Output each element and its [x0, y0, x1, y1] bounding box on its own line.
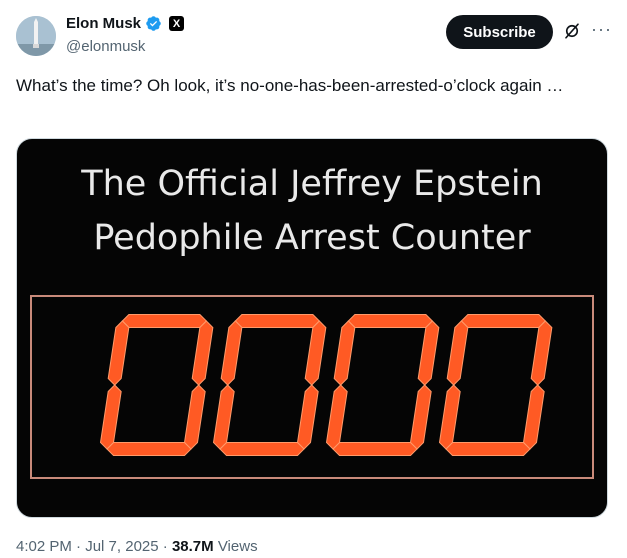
counter-digit — [438, 314, 553, 456]
tweet-meta: 4:02 PM · Jul 7, 2025 · 38.7M Views — [16, 538, 258, 555]
digit-segment — [212, 384, 235, 450]
digit-segment — [219, 442, 305, 456]
digit-segment — [409, 384, 432, 450]
digit-segment — [332, 442, 418, 456]
tweet-media-image[interactable]: The Official Jeffrey Epstein Pedophile A… — [16, 138, 608, 518]
digit-segment — [445, 442, 531, 456]
digit-segment — [99, 384, 122, 450]
meta-separator: · — [162, 538, 172, 555]
digit-segment — [183, 384, 206, 450]
digit-segment — [107, 320, 130, 386]
author-name-row: Elon Musk X — [66, 15, 185, 32]
counter-digit — [99, 314, 214, 456]
digit-segment — [220, 320, 243, 386]
subscribe-button[interactable]: Subscribe — [446, 15, 553, 49]
tweet-text: What’s the time? Oh look, it’s no-one-ha… — [16, 76, 564, 95]
digit-segment — [460, 314, 547, 328]
views-count: 38.7M — [171, 538, 214, 555]
grok-icon[interactable] — [563, 22, 581, 40]
avatar-image — [16, 16, 56, 56]
digit-segment — [446, 320, 469, 386]
media-title-line1: The Official Jeffrey Epstein — [81, 164, 543, 204]
author-avatar[interactable] — [16, 16, 56, 56]
tweet-time[interactable]: 4:02 PM — [16, 538, 72, 555]
digit-segment — [522, 384, 545, 450]
counter-digit — [212, 314, 327, 456]
digit-segment — [325, 384, 348, 450]
digit-segment — [234, 314, 321, 328]
meta-separator: · — [76, 538, 86, 555]
digit-segment — [417, 320, 440, 386]
digit-segment — [304, 320, 327, 386]
x-affiliate-badge-icon: X — [169, 16, 185, 31]
digit-segment — [347, 314, 434, 328]
digit-segment — [296, 384, 319, 450]
digit-segment — [530, 320, 553, 386]
author-name[interactable]: Elon Musk — [66, 15, 141, 32]
counter-digit — [325, 314, 440, 456]
digit-segment — [106, 442, 192, 456]
digit-segment — [121, 314, 208, 328]
media-title-line2: Pedophile Arrest Counter — [93, 218, 531, 258]
verified-badge-icon — [146, 16, 161, 31]
counter-digits — [99, 314, 553, 456]
more-options-icon[interactable]: ··· — [591, 19, 612, 40]
digit-segment — [333, 320, 356, 386]
arrest-counter-display — [30, 295, 594, 479]
digit-segment — [191, 320, 214, 386]
author-handle[interactable]: @elonmusk — [66, 38, 145, 55]
views-label: Views — [217, 538, 258, 555]
tweet-date[interactable]: Jul 7, 2025 — [85, 538, 158, 555]
digit-segment — [438, 384, 461, 450]
